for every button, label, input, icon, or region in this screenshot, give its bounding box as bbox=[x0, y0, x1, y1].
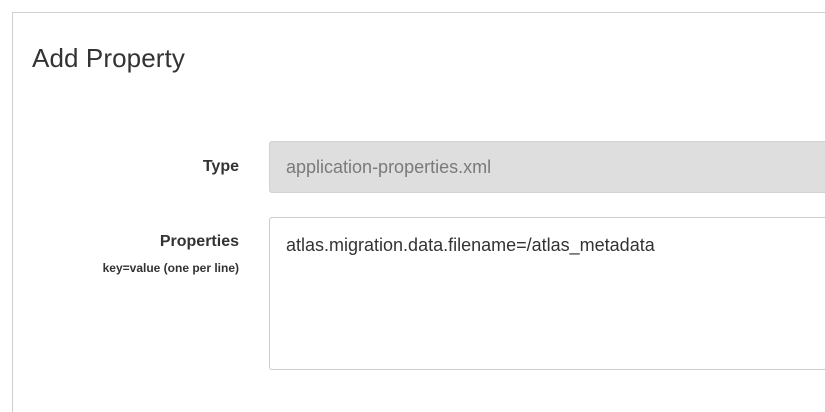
properties-textarea[interactable]: atlas.migration.data.filename=/atlas_met… bbox=[269, 217, 825, 370]
type-input: application-properties.xml bbox=[269, 141, 825, 193]
add-property-dialog: Add Property Type application-properties… bbox=[12, 12, 825, 412]
properties-label: Properties bbox=[159, 233, 239, 250]
properties-hint: key=value (one per line) bbox=[102, 261, 239, 275]
dialog-title: Add Property bbox=[32, 43, 185, 73]
type-label: Type bbox=[202, 158, 239, 175]
